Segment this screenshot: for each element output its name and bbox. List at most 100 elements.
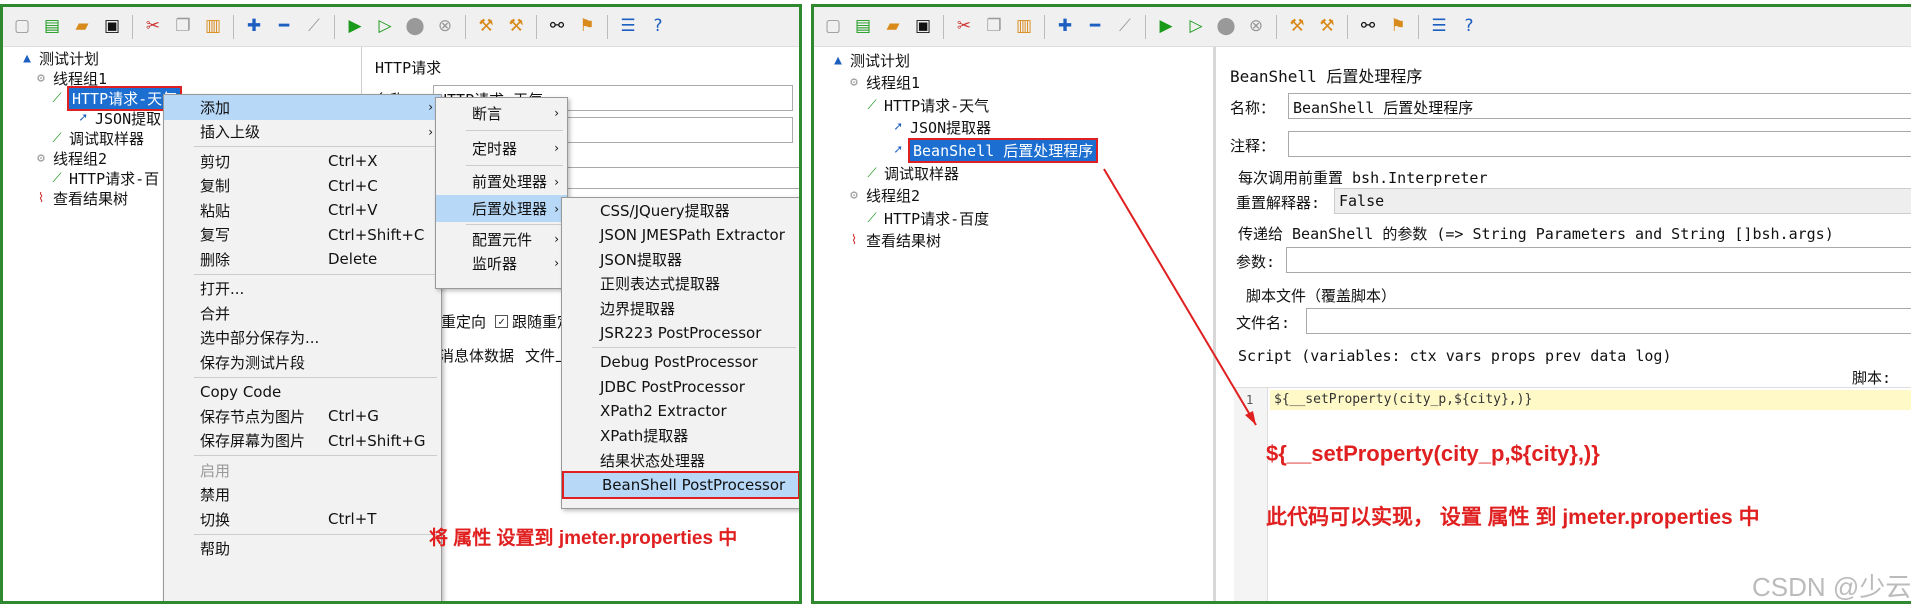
menu-item-insert-parent[interactable]: 插入上级 ›	[164, 120, 441, 145]
save-icon[interactable]: ▣	[99, 14, 125, 40]
paste-icon[interactable]: ▥	[200, 14, 226, 40]
menu-separator	[466, 224, 563, 225]
menu-item-save-screen-image[interactable]: 保存屏幕为图片 Ctrl+Shift+G	[164, 429, 441, 454]
pipette-icon: ⟋	[52, 170, 62, 186]
menu-item-open[interactable]: 打开...	[164, 277, 441, 302]
gear-icon: ⚙	[37, 70, 45, 86]
post-item-json-extractor[interactable]: JSON提取器	[562, 247, 799, 272]
menu-item-add[interactable]: 添加 ›	[164, 95, 441, 120]
submenu-item-listener[interactable]: 监听器 ›	[436, 251, 567, 275]
toolbar: ▢ ▤ ▰ ▣ ✂ ❐ ▥ ✚ ━ ⟋ ▶ ▷ ⬤ ⊗ ⚒ ⚒ ⚯ ⚑ ☰ ?	[3, 7, 799, 47]
toolbar-separator	[334, 14, 335, 39]
submenu-item-post-processor[interactable]: 后置处理器 ›	[436, 195, 567, 222]
toggle-icon[interactable]: ⟋	[301, 14, 327, 40]
redirect-label: 重定向	[441, 313, 487, 331]
clear-icon[interactable]: ⚒	[473, 14, 499, 40]
tree-node-thread-group-2[interactable]: ⚙ 线程组2	[33, 147, 107, 169]
new-icon[interactable]: ▢	[9, 14, 35, 40]
menu-separator	[194, 533, 437, 535]
menu-item-duplicate[interactable]: 复写 Ctrl+Shift+C	[164, 223, 441, 248]
menu-item-copy[interactable]: 复制 Ctrl+C	[164, 174, 441, 199]
submenu-item-pre-processor[interactable]: 前置处理器 ›	[436, 168, 567, 195]
post-item-beanshell[interactable]: BeanShell PostProcessor	[562, 470, 799, 499]
left-jmeter-window: ▢ ▤ ▰ ▣ ✂ ❐ ▥ ✚ ━ ⟋ ▶ ▷ ⬤ ⊗ ⚒ ⚒ ⚯ ⚑ ☰ ? …	[0, 4, 802, 604]
menu-separator	[194, 455, 437, 456]
tree-node-test-plan[interactable]: ▲ 测试计划	[19, 47, 99, 69]
post-item-debug[interactable]: Debug PostProcessor	[562, 350, 799, 375]
path-field[interactable]	[563, 167, 799, 189]
reset-search-icon[interactable]: ⚑	[574, 14, 600, 40]
submenu-item-timer[interactable]: 定时器 ›	[436, 133, 567, 163]
templates-icon[interactable]: ▤	[39, 14, 65, 40]
post-item-result-status[interactable]: 结果状态处理器	[562, 448, 799, 473]
chevron-right-icon: ›	[554, 256, 559, 270]
post-item-jdbc[interactable]: JDBC PostProcessor	[562, 375, 799, 400]
help-icon[interactable]: ?	[645, 14, 671, 40]
post-item-json-jmespath[interactable]: JSON JMESPath Extractor	[562, 223, 799, 248]
menu-item-enable[interactable]: 启用	[164, 458, 441, 483]
toolbar-separator	[233, 14, 234, 39]
right-jmeter-window: ▢ ▤ ▰ ▣ ✂ ❐ ▥ ✚ ━ ⟋ ▶ ▷ ⬤ ⊗ ⚒ ⚒ ⚯ ⚑ ☰ ? …	[811, 4, 1911, 604]
menu-item-save-fragment[interactable]: 保存为测试片段	[164, 350, 441, 375]
post-item-css-jquery[interactable]: CSS/JQuery提取器	[562, 198, 799, 223]
detail-title: HTTP请求	[375, 59, 442, 77]
tree-node-thread-group-1[interactable]: ⚙ 线程组1	[33, 67, 107, 89]
tree-node-debug-sampler[interactable]: ⟋ 调试取样器	[49, 127, 144, 149]
post-item-xpath[interactable]: XPath提取器	[562, 424, 799, 449]
stop-icon[interactable]: ⬤	[402, 14, 428, 40]
graph-icon: ⌇	[37, 190, 45, 206]
chevron-right-icon: ›	[428, 124, 433, 139]
start-icon[interactable]: ▶	[342, 14, 368, 40]
clear-all-icon[interactable]: ⚒	[503, 14, 529, 40]
test-plan-icon: ▲	[23, 50, 31, 66]
menu-item-merge[interactable]: 合并	[164, 301, 441, 326]
function-helper-icon[interactable]: ☰	[615, 14, 641, 40]
arrow-icon: ➚	[79, 110, 87, 126]
start-no-pause-icon[interactable]: ▷	[372, 14, 398, 40]
menu-item-save-node-image[interactable]: 保存节点为图片 Ctrl+G	[164, 404, 441, 429]
tree-node-view-results[interactable]: ⌇ 查看结果树	[33, 187, 128, 209]
menu-item-save-selection[interactable]: 选中部分保存为...	[164, 326, 441, 351]
post-item-xpath2[interactable]: XPath2 Extractor	[562, 399, 799, 424]
tree-node-http-baidu[interactable]: ⟋ HTTP请求-百	[49, 167, 159, 189]
gear-icon: ⚙	[37, 150, 45, 166]
expand-icon[interactable]: ✚	[241, 14, 267, 40]
shutdown-icon[interactable]: ⊗	[432, 14, 458, 40]
chevron-right-icon: ›	[428, 100, 433, 115]
annotation-arrow	[1103, 168, 1257, 426]
context-menu: 添加 › 插入上级 › 剪切 Ctrl+X 复制 Ctrl+C 粘贴 Ctrl+V 复写 C…	[163, 94, 442, 601]
arrow-line	[1103, 168, 1257, 426]
menu-item-disable[interactable]: 禁用	[164, 483, 441, 508]
pipette-icon: ⟋	[52, 130, 62, 146]
submenu-item-config-element[interactable]: 配置元件 ›	[436, 227, 567, 251]
post-processor-submenu: CSS/JQuery提取器 JSON JMESPath Extractor JS…	[561, 197, 799, 509]
pipette-icon: ⟋	[52, 90, 62, 106]
menu-separator	[466, 130, 563, 131]
post-item-regex-extractor[interactable]: 正则表达式提取器	[562, 272, 799, 297]
menu-item-copy-code[interactable]: Copy Code	[164, 380, 441, 405]
open-icon[interactable]: ▰	[69, 14, 95, 40]
menu-separator	[592, 347, 796, 348]
tab-body-data[interactable]: 消息体数据	[439, 345, 514, 366]
submenu-item-assertion[interactable]: 断言 ›	[436, 98, 567, 128]
search-icon[interactable]: ⚯	[544, 14, 570, 40]
menu-item-help[interactable]: 帮助	[164, 537, 441, 562]
toolbar-separator	[132, 14, 133, 39]
chevron-right-icon: ›	[554, 201, 559, 216]
menu-item-toggle[interactable]: 切换 Ctrl+T	[164, 507, 441, 532]
cut-icon[interactable]: ✂	[140, 14, 166, 40]
tree-node-json-extractor[interactable]: ➚ JSON提取	[75, 107, 161, 129]
menu-separator	[194, 146, 437, 147]
menu-separator	[466, 165, 563, 166]
menu-item-delete[interactable]: 删除 Delete	[164, 247, 441, 272]
menu-item-paste[interactable]: 粘贴 Ctrl+V	[164, 198, 441, 223]
tree-node-http-weather[interactable]: ⟋ HTTP请求-天气	[49, 85, 183, 111]
menu-item-cut[interactable]: 剪切 Ctrl+X	[164, 149, 441, 174]
post-item-boundary-extractor[interactable]: 边界提取器	[562, 296, 799, 321]
toolbar-separator	[607, 14, 608, 39]
chevron-right-icon: ›	[554, 141, 559, 155]
post-item-jsr223[interactable]: JSR223 PostProcessor	[562, 321, 799, 346]
copy-icon[interactable]: ❐	[170, 14, 196, 40]
collapse-icon[interactable]: ━	[271, 14, 297, 40]
menu-separator	[194, 376, 437, 378]
